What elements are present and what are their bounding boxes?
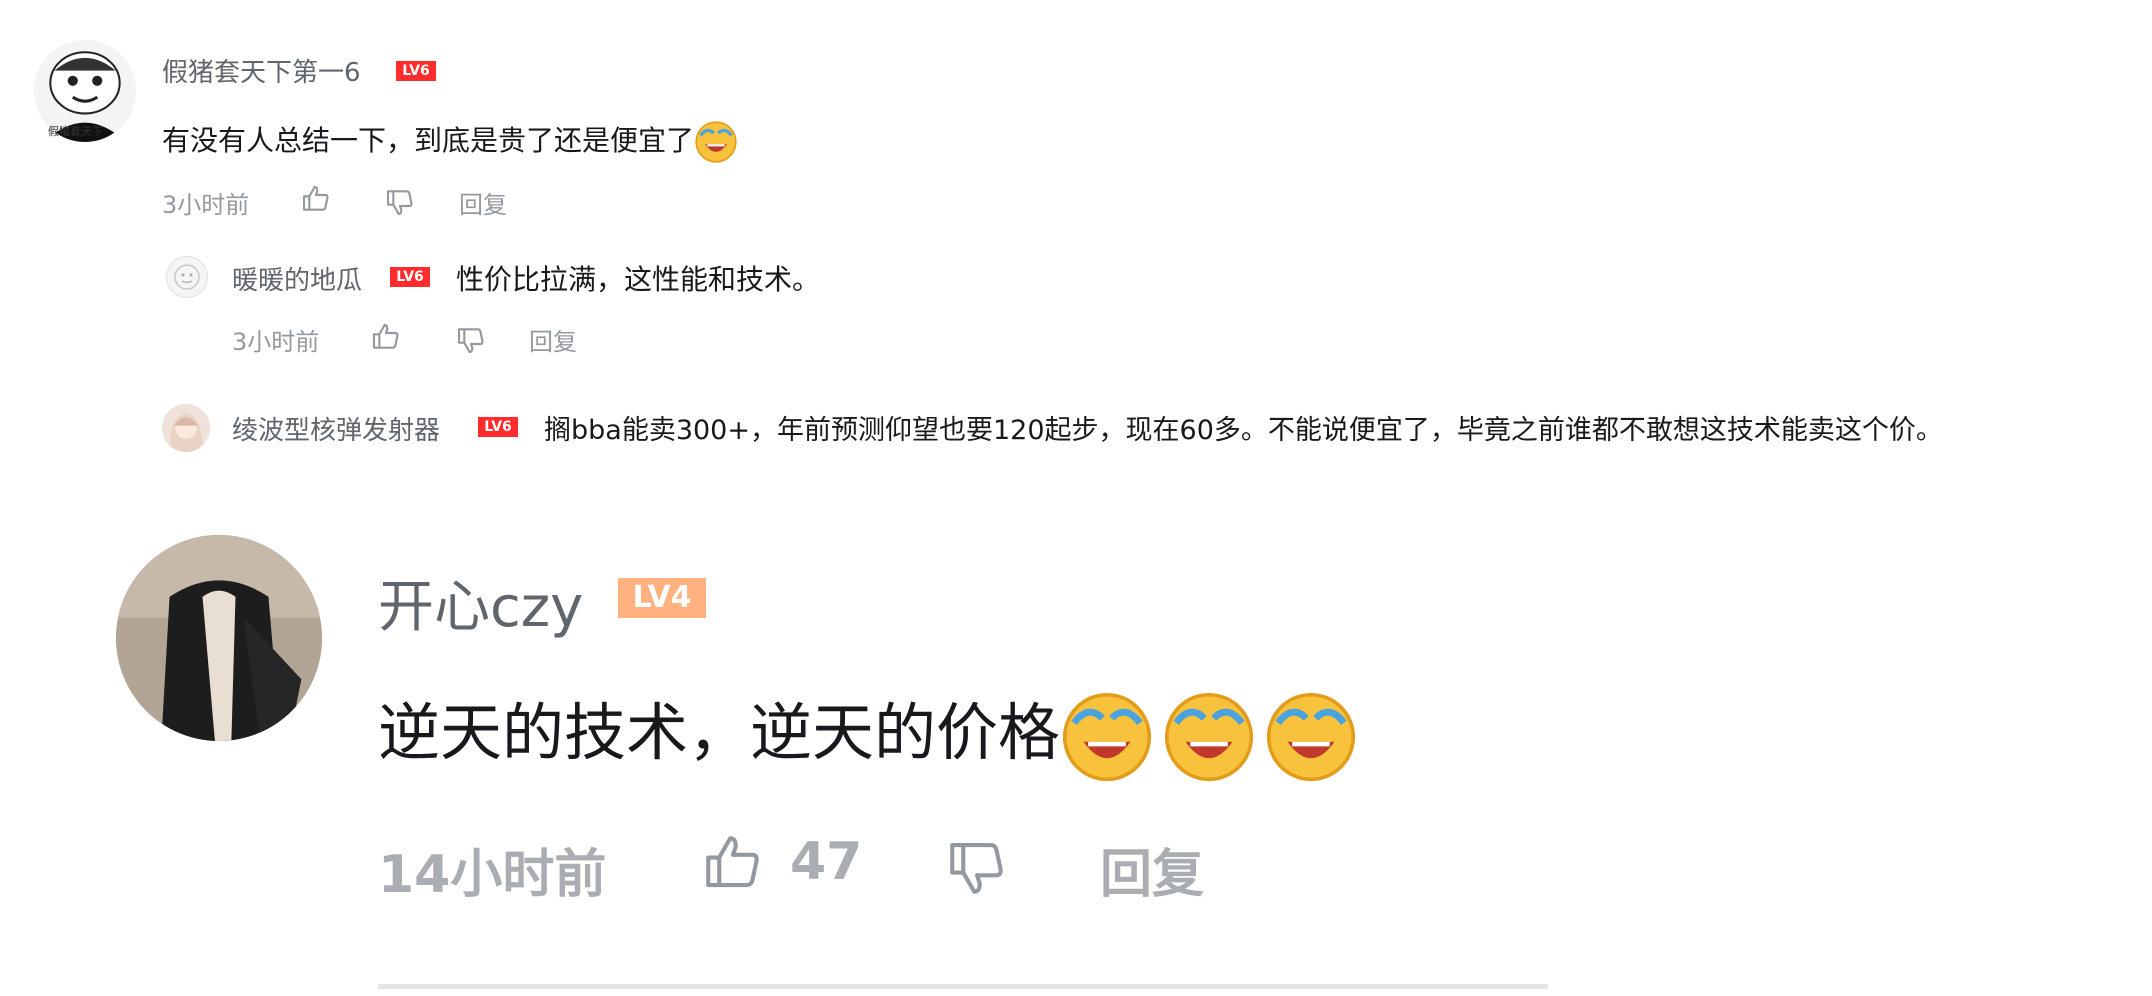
comment-time: 14小时前	[378, 845, 607, 905]
comment-text: 逆天的技术，逆天的价格	[378, 686, 1358, 781]
laugh-cry-emoji	[1264, 690, 1358, 784]
username[interactable]: 假猪套天下第一6	[162, 52, 361, 89]
level-badge: LV6	[390, 267, 430, 287]
avatar-caption: 假猪套天下	[48, 125, 103, 138]
dislike-icon[interactable]	[384, 186, 416, 218]
dislike-icon[interactable]	[455, 324, 487, 356]
comment-text-body: 逆天的技术，逆天的价格	[378, 696, 1061, 769]
reply-button[interactable]: 回复	[1100, 832, 1204, 907]
username[interactable]: 绫波型核弹发射器	[232, 410, 440, 447]
comment-text: 有没有人总结一下，到底是贵了还是便宜了	[162, 120, 738, 163]
like-count: 47	[790, 832, 863, 892]
sweet-potato-icon	[174, 264, 200, 290]
divider	[378, 984, 1548, 989]
laugh-cry-emoji	[1060, 690, 1154, 784]
comment-text-body: 有没有人总结一下，到底是贵了还是便宜了	[162, 124, 695, 157]
avatar[interactable]	[162, 404, 210, 452]
avatar[interactable]	[166, 256, 208, 298]
avatar[interactable]	[116, 535, 322, 741]
user-photo-icon	[116, 535, 322, 741]
username[interactable]: 开心czy	[378, 562, 583, 643]
comment-time: 3小时前	[162, 191, 250, 219]
anime-girl-icon	[162, 404, 210, 452]
laugh-cry-emoji	[694, 120, 738, 164]
reply-button[interactable]: 回复	[529, 322, 577, 357]
laugh-cry-emoji	[1162, 690, 1256, 784]
dislike-icon[interactable]	[944, 834, 1010, 900]
comment-text: 搁bba能卖300+，年前预测仰望也要120起步，现在60多。不能说便宜了，毕竟…	[544, 415, 1943, 446]
level-badge: LV6	[478, 417, 518, 437]
comment-text: 性价比拉满，这性能和技术。	[456, 263, 821, 296]
username[interactable]: 暖暖的地瓜	[232, 260, 362, 297]
like-icon[interactable]	[300, 183, 332, 215]
level-badge: LV6	[396, 61, 436, 81]
reply-button[interactable]: 回复	[459, 185, 507, 220]
level-badge: LV4	[618, 578, 706, 618]
like-icon[interactable]	[370, 321, 402, 353]
like-icon[interactable]	[700, 830, 766, 896]
comment-time: 3小时前	[232, 328, 320, 356]
